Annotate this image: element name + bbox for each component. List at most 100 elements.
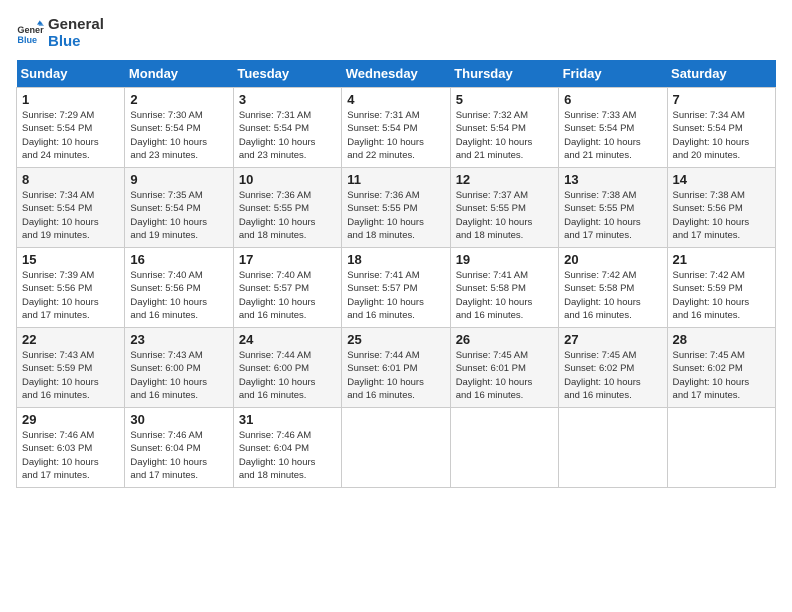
header-monday: Monday xyxy=(125,60,233,88)
day-cell-14: 14Sunrise: 7:38 AM Sunset: 5:56 PM Dayli… xyxy=(667,168,775,248)
day-info: Sunrise: 7:41 AM Sunset: 5:57 PM Dayligh… xyxy=(347,269,444,322)
day-cell-30: 30 Sunrise: 7:46 AM Sunset: 6:04 PM Dayli… xyxy=(125,408,233,488)
day-cell-27: 27 Sunrise: 7:45 AM Sunset: 6:02 PM Dayli… xyxy=(559,328,667,408)
day-number: 28 xyxy=(673,332,770,347)
day-info: Sunrise: 7:40 AM Sunset: 5:56 PM Dayligh… xyxy=(130,269,227,322)
day-number: 15 xyxy=(22,252,119,267)
day-cell-5: 5 Sunrise: 7:32 AM Sunset: 5:54 PM Daylig… xyxy=(450,88,558,168)
day-cell-25: 25 Sunrise: 7:44 AM Sunset: 6:01 PM Dayli… xyxy=(342,328,450,408)
empty-cell xyxy=(559,408,667,488)
day-cell-22: 22 Sunrise: 7:43 AM Sunset: 5:59 PM Dayli… xyxy=(17,328,125,408)
day-cell-19: 19Sunrise: 7:41 AM Sunset: 5:58 PM Dayli… xyxy=(450,248,558,328)
day-number: 19 xyxy=(456,252,553,267)
day-cell-4: 4 Sunrise: 7:31 AM Sunset: 5:54 PM Daylig… xyxy=(342,88,450,168)
day-number: 12 xyxy=(456,172,553,187)
day-cell-21: 21Sunrise: 7:42 AM Sunset: 5:59 PM Dayli… xyxy=(667,248,775,328)
day-number: 22 xyxy=(22,332,119,347)
day-cell-23: 23 Sunrise: 7:43 AM Sunset: 6:00 PM Dayli… xyxy=(125,328,233,408)
logo-general: General xyxy=(48,16,104,33)
day-info: Sunrise: 7:36 AM Sunset: 5:55 PM Dayligh… xyxy=(347,189,444,242)
week-row-2: 8Sunrise: 7:34 AM Sunset: 5:54 PM Daylig… xyxy=(17,168,776,248)
day-cell-18: 18Sunrise: 7:41 AM Sunset: 5:57 PM Dayli… xyxy=(342,248,450,328)
day-number: 16 xyxy=(130,252,227,267)
day-number: 4 xyxy=(347,92,444,107)
day-info: Sunrise: 7:32 AM Sunset: 5:54 PM Dayligh… xyxy=(456,109,553,162)
calendar-table: SundayMondayTuesdayWednesdayThursdayFrid… xyxy=(16,60,776,488)
day-number: 25 xyxy=(347,332,444,347)
day-cell-12: 12Sunrise: 7:37 AM Sunset: 5:55 PM Dayli… xyxy=(450,168,558,248)
day-number: 6 xyxy=(564,92,661,107)
day-info: Sunrise: 7:38 AM Sunset: 5:55 PM Dayligh… xyxy=(564,189,661,242)
header-saturday: Saturday xyxy=(667,60,775,88)
day-info: Sunrise: 7:36 AM Sunset: 5:55 PM Dayligh… xyxy=(239,189,336,242)
days-header-row: SundayMondayTuesdayWednesdayThursdayFrid… xyxy=(17,60,776,88)
day-number: 17 xyxy=(239,252,336,267)
logo: General Blue General Blue xyxy=(16,16,104,50)
day-info: Sunrise: 7:44 AM Sunset: 6:00 PM Dayligh… xyxy=(239,349,336,402)
day-cell-6: 6 Sunrise: 7:33 AM Sunset: 5:54 PM Daylig… xyxy=(559,88,667,168)
day-cell-28: 28 Sunrise: 7:45 AM Sunset: 6:02 PM Dayli… xyxy=(667,328,775,408)
day-info: Sunrise: 7:46 AM Sunset: 6:03 PM Dayligh… xyxy=(22,429,119,482)
day-info: Sunrise: 7:43 AM Sunset: 5:59 PM Dayligh… xyxy=(22,349,119,402)
day-cell-29: 29 Sunrise: 7:46 AM Sunset: 6:03 PM Dayli… xyxy=(17,408,125,488)
day-number: 13 xyxy=(564,172,661,187)
day-number: 10 xyxy=(239,172,336,187)
day-cell-31: 31 Sunrise: 7:46 AM Sunset: 6:04 PM Dayli… xyxy=(233,408,341,488)
empty-cell xyxy=(450,408,558,488)
empty-cell xyxy=(342,408,450,488)
day-cell-20: 20Sunrise: 7:42 AM Sunset: 5:58 PM Dayli… xyxy=(559,248,667,328)
day-info: Sunrise: 7:46 AM Sunset: 6:04 PM Dayligh… xyxy=(239,429,336,482)
day-cell-2: 2Sunrise: 7:30 AM Sunset: 5:54 PM Daylig… xyxy=(125,88,233,168)
day-number: 27 xyxy=(564,332,661,347)
empty-cell xyxy=(667,408,775,488)
day-info: Sunrise: 7:40 AM Sunset: 5:57 PM Dayligh… xyxy=(239,269,336,322)
day-info: Sunrise: 7:46 AM Sunset: 6:04 PM Dayligh… xyxy=(130,429,227,482)
day-info: Sunrise: 7:39 AM Sunset: 5:56 PM Dayligh… xyxy=(22,269,119,322)
day-number: 7 xyxy=(673,92,770,107)
day-info: Sunrise: 7:42 AM Sunset: 5:59 PM Dayligh… xyxy=(673,269,770,322)
logo-icon: General Blue xyxy=(16,19,44,47)
day-number: 29 xyxy=(22,412,119,427)
day-info: Sunrise: 7:34 AM Sunset: 5:54 PM Dayligh… xyxy=(673,109,770,162)
day-info: Sunrise: 7:45 AM Sunset: 6:01 PM Dayligh… xyxy=(456,349,553,402)
day-info: Sunrise: 7:31 AM Sunset: 5:54 PM Dayligh… xyxy=(347,109,444,162)
svg-text:General: General xyxy=(17,25,44,35)
day-cell-16: 16 Sunrise: 7:40 AM Sunset: 5:56 PM Dayli… xyxy=(125,248,233,328)
header-sunday: Sunday xyxy=(17,60,125,88)
day-number: 30 xyxy=(130,412,227,427)
day-cell-17: 17 Sunrise: 7:40 AM Sunset: 5:57 PM Dayli… xyxy=(233,248,341,328)
header: General Blue General Blue xyxy=(16,16,776,50)
day-info: Sunrise: 7:35 AM Sunset: 5:54 PM Dayligh… xyxy=(130,189,227,242)
svg-text:Blue: Blue xyxy=(17,35,37,45)
day-cell-3: 3 Sunrise: 7:31 AM Sunset: 5:54 PM Daylig… xyxy=(233,88,341,168)
logo-blue: Blue xyxy=(48,33,104,50)
day-cell-9: 9Sunrise: 7:35 AM Sunset: 5:54 PM Daylig… xyxy=(125,168,233,248)
header-wednesday: Wednesday xyxy=(342,60,450,88)
day-cell-8: 8Sunrise: 7:34 AM Sunset: 5:54 PM Daylig… xyxy=(17,168,125,248)
day-cell-15: 15 Sunrise: 7:39 AM Sunset: 5:56 PM Dayli… xyxy=(17,248,125,328)
day-info: Sunrise: 7:42 AM Sunset: 5:58 PM Dayligh… xyxy=(564,269,661,322)
day-info: Sunrise: 7:31 AM Sunset: 5:54 PM Dayligh… xyxy=(239,109,336,162)
header-thursday: Thursday xyxy=(450,60,558,88)
day-number: 23 xyxy=(130,332,227,347)
week-row-3: 15 Sunrise: 7:39 AM Sunset: 5:56 PM Dayli… xyxy=(17,248,776,328)
day-number: 3 xyxy=(239,92,336,107)
day-info: Sunrise: 7:44 AM Sunset: 6:01 PM Dayligh… xyxy=(347,349,444,402)
day-number: 1 xyxy=(22,92,119,107)
day-info: Sunrise: 7:33 AM Sunset: 5:54 PM Dayligh… xyxy=(564,109,661,162)
day-number: 26 xyxy=(456,332,553,347)
header-friday: Friday xyxy=(559,60,667,88)
day-cell-26: 26 Sunrise: 7:45 AM Sunset: 6:01 PM Dayli… xyxy=(450,328,558,408)
day-number: 5 xyxy=(456,92,553,107)
day-info: Sunrise: 7:45 AM Sunset: 6:02 PM Dayligh… xyxy=(673,349,770,402)
day-cell-13: 13 Sunrise: 7:38 AM Sunset: 5:55 PM Dayli… xyxy=(559,168,667,248)
day-info: Sunrise: 7:43 AM Sunset: 6:00 PM Dayligh… xyxy=(130,349,227,402)
day-number: 31 xyxy=(239,412,336,427)
day-cell-24: 24Sunrise: 7:44 AM Sunset: 6:00 PM Dayli… xyxy=(233,328,341,408)
day-cell-1: 1 Sunrise: 7:29 AM Sunset: 5:54 PM Daylig… xyxy=(17,88,125,168)
day-info: Sunrise: 7:29 AM Sunset: 5:54 PM Dayligh… xyxy=(22,109,119,162)
day-cell-10: 10 Sunrise: 7:36 AM Sunset: 5:55 PM Dayli… xyxy=(233,168,341,248)
day-info: Sunrise: 7:45 AM Sunset: 6:02 PM Dayligh… xyxy=(564,349,661,402)
day-info: Sunrise: 7:30 AM Sunset: 5:54 PM Dayligh… xyxy=(130,109,227,162)
week-row-5: 29 Sunrise: 7:46 AM Sunset: 6:03 PM Dayli… xyxy=(17,408,776,488)
